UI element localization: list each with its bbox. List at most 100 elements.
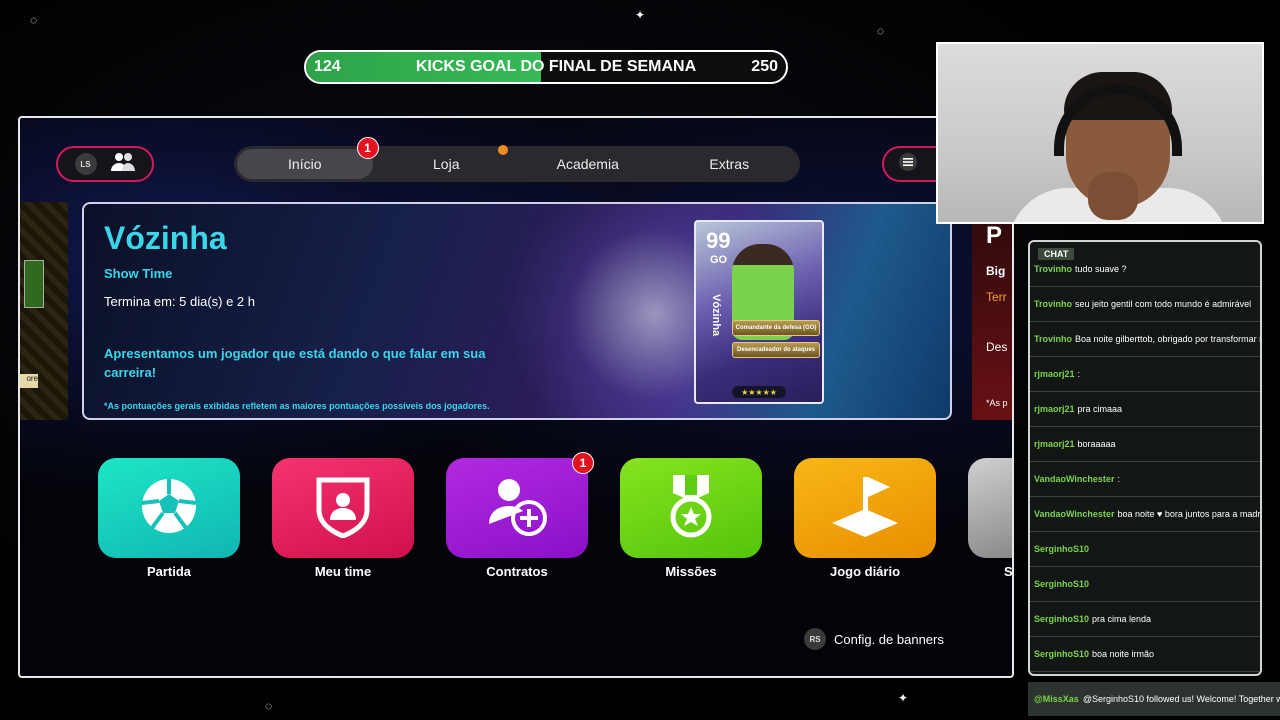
tab-loja[interactable]: Loja (379, 145, 515, 179)
menu-tiles: Partida Meu time 1 Contratos Missões Jog… (98, 452, 1012, 598)
chat-message: VandaoWinchester: (1030, 462, 1260, 497)
peek-line: Des (986, 340, 1008, 354)
tile-more[interactable]: S (968, 458, 1012, 579)
chat-text: boraaaaa (1077, 439, 1116, 449)
player-thumbnail (24, 260, 44, 308)
tab-label: Extras (709, 156, 750, 172)
goal-title: KICKS GOAL DO FINAL DE SEMANA (415, 58, 697, 75)
soccer-ball-icon (139, 476, 199, 541)
next-banner-peek[interactable]: P Big Terr Des *As p (972, 202, 1012, 420)
chat-text: : (1077, 369, 1081, 379)
sparkle-icon: ◌ (30, 13, 38, 27)
player-rating: 99 (706, 228, 731, 253)
notice-text: @SerginhoS10 followed us! Welcome! Toget… (1082, 694, 1280, 704)
tile-label: Jogo diário (829, 564, 901, 579)
banner-description: Apresentamos um jogador que está dando o… (104, 346, 486, 380)
notification-badge: 1 (572, 452, 594, 474)
chat-text: Boa noite gilberttob, obrigado por trans… (1075, 334, 1260, 344)
goal-current-value: 124 (314, 58, 341, 75)
banner-subtitle: Show Time (104, 266, 173, 281)
chat-username: Trovinho (1034, 299, 1072, 309)
goal-target-value: 250 (751, 58, 778, 75)
tab-label: Loja (433, 156, 460, 172)
tile-button[interactable] (272, 458, 414, 558)
chat-text: : (1117, 474, 1120, 484)
chat-username: VandaoWinchester (1034, 474, 1115, 484)
player-stars: ★★★★★ (732, 386, 786, 398)
streamer-hand (1088, 172, 1138, 220)
chat-list: Trovinho tudo suave ? Trovinho seu jeito ge… (1030, 248, 1260, 672)
banner-settings[interactable]: RS Config. de banners (804, 628, 944, 650)
rs-button-hint: RS (804, 628, 826, 650)
banner-timer: Termina em: 5 dia(s) e 2 h (104, 294, 256, 309)
chat-message: Trovinho Boa noite gilberttob, obrigado p… (1030, 322, 1260, 357)
sparkle-icon: ◌ (265, 699, 273, 713)
tab-label: Academia (556, 156, 619, 172)
previous-banner-peek[interactable]: ore (20, 202, 68, 420)
banner-footnote: *As pontuações gerais exibidas refletem … (104, 401, 490, 411)
tab-label: Início (288, 156, 322, 172)
chat-username: Trovinho (1034, 334, 1072, 344)
tile-button[interactable] (620, 458, 762, 558)
tile-button[interactable]: 1 (446, 452, 594, 558)
tile-jogo-diario[interactable]: Jogo diário (794, 458, 936, 579)
tab-inicio[interactable]: Início 1 (237, 137, 379, 179)
sparkle-icon: ◌ (877, 24, 885, 38)
peek-line: Terr (986, 290, 1007, 304)
tile-label: Meu time (314, 564, 372, 579)
stream-chat: Trovinho tudo suave ? Trovinho seu jeito ge… (1028, 240, 1262, 676)
medal-icon (665, 473, 717, 544)
chat-message: SerginhoS10 (1030, 532, 1260, 567)
friends-icon[interactable] (110, 151, 136, 178)
peek-line: *As p (986, 398, 1008, 408)
game-window: LS Início 1 Loja Academia Extras ore Vóz… (18, 116, 1014, 678)
tile-label: Contratos (486, 564, 548, 579)
chat-username: VandaoWinchester (1034, 509, 1115, 519)
tile-meu-time[interactable]: Meu time (272, 458, 414, 579)
tile-contratos[interactable]: 1 Contratos (446, 452, 594, 579)
peek-heading: P (986, 222, 1003, 249)
chat-username: rjmaorj21 (1034, 439, 1075, 449)
chat-username: SerginhoS10 (1034, 579, 1090, 589)
menu-icon[interactable] (898, 152, 918, 177)
tile-missoes[interactable]: Missões (620, 458, 762, 579)
chat-message: SerginhoS10 boa noite irmão (1030, 637, 1260, 672)
chat-text: tudo suave ? (1075, 264, 1127, 274)
sparkle-icon: ✦ (898, 691, 909, 705)
chat-text: boa noite irmão (1092, 649, 1155, 659)
sparkle-icon: ✦ (635, 8, 646, 22)
add-user-icon (485, 474, 549, 543)
tile-button[interactable] (968, 458, 1012, 558)
tile-partida[interactable]: Partida (98, 458, 240, 579)
tab-academia[interactable]: Academia (520, 149, 656, 179)
tile-label: Missões (665, 564, 717, 579)
webcam-overlay (936, 42, 1264, 224)
team-shield-icon (313, 474, 373, 543)
tile-label: S (1004, 564, 1013, 579)
player-card[interactable]: 99 GO Vózinha Comandante da defesa (GO) … (694, 220, 824, 404)
player-name: Vózinha (710, 294, 722, 337)
chat-message: VandaoWinchester boa noite ♥ bora juntos … (1030, 497, 1260, 532)
chat-username: Trovinho (1034, 264, 1072, 274)
tile-button[interactable] (794, 458, 936, 558)
flag-icon (830, 473, 900, 544)
tile-label: Partida (146, 564, 192, 579)
chat-message: rjmaorj21 boraaaaa (1030, 427, 1260, 462)
peek-line: Big (986, 264, 1006, 278)
tab-extras[interactable]: Extras (662, 149, 798, 179)
chat-username: SerginhoS10 (1034, 614, 1090, 624)
chat-username: SerginhoS10 (1034, 544, 1090, 554)
chat-message: rjmaorj21: (1030, 357, 1260, 392)
profile-pill[interactable]: LS (56, 146, 154, 182)
banner-title: Vózinha (104, 220, 227, 256)
chat-text: pra cima lenda (1092, 614, 1152, 624)
featured-banner[interactable]: Vózinha Show Time Termina em: 5 dia(s) e… (82, 202, 952, 420)
player-position: GO (710, 254, 728, 266)
chat-message: Trovinho seu jeito gentil com todo mundo … (1030, 287, 1260, 322)
ls-button-hint: LS (74, 153, 97, 175)
chat-text: seu jeito gentil com todo mundo é admirá… (1075, 299, 1252, 309)
main-nav: Início 1 Loja Academia Extras (234, 137, 800, 182)
chat-tab: CHAT (1038, 248, 1075, 260)
player-skill: Comandante da defesa (GO) (732, 320, 820, 336)
tile-button[interactable] (98, 458, 240, 558)
